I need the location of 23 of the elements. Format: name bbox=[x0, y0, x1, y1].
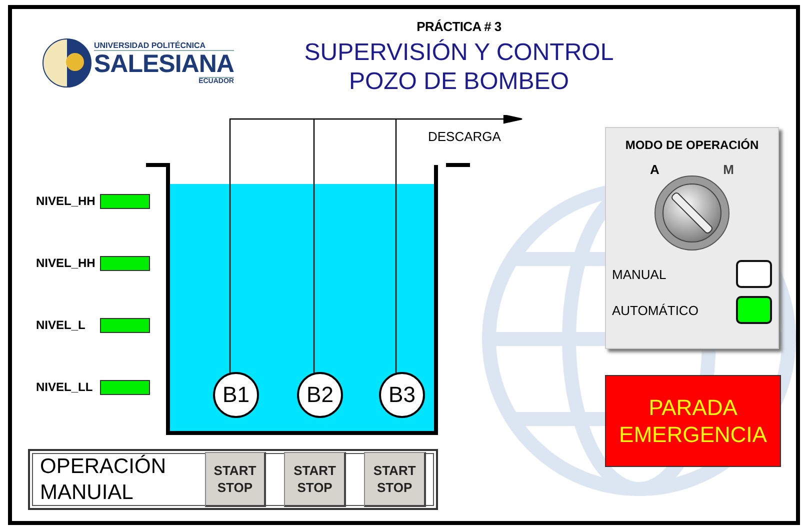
level-label: NIVEL_LL bbox=[36, 380, 93, 394]
mode-title: MODO DE OPERACIÓN bbox=[625, 138, 759, 152]
switch-position-label: M bbox=[723, 162, 734, 177]
mode-lamp-label: MANUAL bbox=[612, 266, 666, 282]
start-stop-button[interactable]: START STOP bbox=[364, 452, 426, 507]
discharge-label: DESCARGA bbox=[428, 129, 501, 144]
level-label: NIVEL_L bbox=[36, 318, 86, 332]
selector-switch-icon[interactable] bbox=[652, 173, 732, 253]
manual-operation-title: OPERACIÓN MANUIAL bbox=[40, 454, 168, 506]
practice-label: PRÁCTICA # 3 bbox=[416, 19, 502, 34]
start-stop-button[interactable]: START STOP bbox=[284, 452, 346, 507]
screen-title: SUPERVISIÓN Y CONTROL bbox=[304, 38, 614, 67]
emergency-stop-button[interactable]: PARADA EMERGENCIA bbox=[605, 375, 781, 467]
start-stop-button[interactable]: START STOP bbox=[204, 452, 266, 507]
mode-lamp-label: AUTOMÁTICO bbox=[612, 302, 698, 318]
logo-name: SALESIANA bbox=[94, 51, 234, 77]
globe-logo-icon bbox=[42, 38, 92, 88]
level-label: NIVEL_HH bbox=[36, 194, 96, 208]
screen-title: POZO DE BOMBEO bbox=[348, 67, 569, 96]
level-label: NIVEL_HH bbox=[36, 256, 96, 270]
tank-rim bbox=[446, 163, 470, 167]
switch-position-label: A bbox=[650, 162, 660, 177]
logo-subtitle: UNIVERSIDAD POLITÉCNICA bbox=[94, 41, 234, 51]
